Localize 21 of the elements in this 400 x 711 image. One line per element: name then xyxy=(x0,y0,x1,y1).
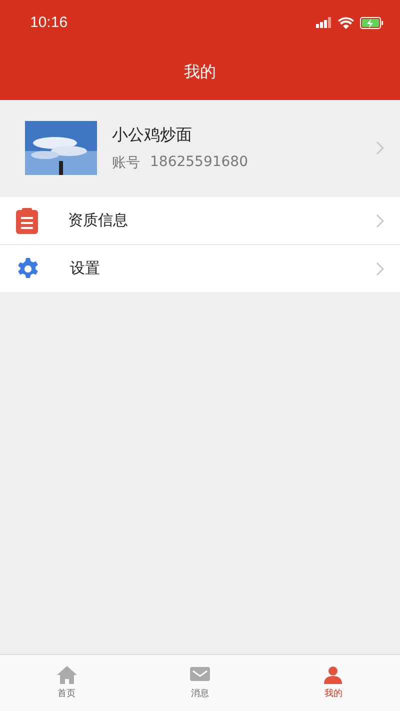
clipboard-icon xyxy=(16,208,38,234)
account-label: 账号 xyxy=(112,154,140,172)
menu-row[interactable]: 资质信息 xyxy=(0,197,400,244)
tab-item[interactable]: 首页 xyxy=(0,655,134,711)
account-number: 18625591680 xyxy=(150,154,248,172)
chevron-icon xyxy=(376,141,384,155)
tab-item[interactable]: 我的 xyxy=(266,655,400,711)
tab-item[interactable]: 消息 xyxy=(133,655,267,711)
message-icon xyxy=(190,666,210,684)
page-title: 我的 xyxy=(184,62,216,83)
user-name: 小公鸡炒面 xyxy=(112,124,193,146)
battery-icon xyxy=(360,16,384,28)
person-icon xyxy=(324,666,342,684)
chevron-icon xyxy=(376,214,384,228)
menu-row[interactable]: 设置 xyxy=(0,244,400,292)
home-icon xyxy=(56,666,77,684)
signal-icon xyxy=(316,17,332,28)
wifi-icon xyxy=(338,16,354,28)
chevron-icon xyxy=(376,262,384,276)
status-time: 10:16 xyxy=(30,14,68,31)
settings-icon xyxy=(16,256,40,280)
